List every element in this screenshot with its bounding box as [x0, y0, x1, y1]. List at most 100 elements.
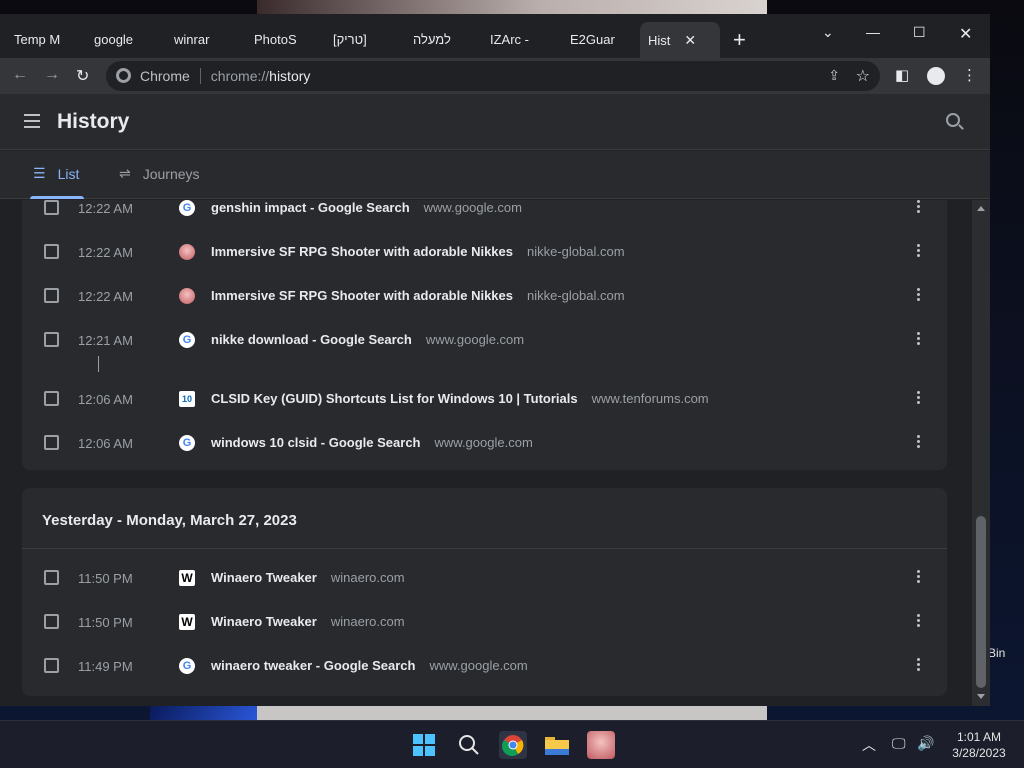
tab-label: למעלה [413, 31, 451, 47]
scroll-up-arrow-icon[interactable] [977, 206, 985, 211]
row-menu-icon[interactable] [916, 200, 920, 215]
row-checkbox[interactable] [44, 614, 59, 629]
day-heading: Yesterday - Monday, March 27, 2023 [42, 512, 297, 529]
search-icon[interactable] [946, 113, 960, 127]
history-row[interactable]: 12:06 AM G windows 10 clsid - Google Sea… [22, 421, 947, 465]
tab-label: Temp M [14, 31, 61, 47]
time-gap-marker [98, 356, 99, 372]
recycle-bin-label[interactable]: Bin [988, 646, 1005, 660]
row-title[interactable]: winaero tweaker - Google Search www.googl… [211, 658, 528, 673]
today-card: 12:22 AM G genshin impact - Google Searc… [22, 200, 947, 470]
forward-arrow-icon[interactable]: → [44, 66, 60, 84]
tab-google[interactable]: G google [94, 26, 160, 52]
tab-winrar[interactable]: G winrar [174, 26, 240, 52]
scrollbar-thumb[interactable] [976, 516, 986, 688]
windows-start-icon[interactable] [410, 731, 438, 759]
row-menu-icon[interactable] [916, 287, 920, 303]
tab-trick[interactable]: ✱ [טריק] [333, 26, 399, 52]
bookmark-star-icon[interactable]: ☆ [856, 66, 870, 86]
back-arrow-icon[interactable]: ← [12, 66, 28, 84]
scrollbar[interactable] [972, 200, 990, 706]
chrome-window: @ Temp M G google G winrar PhotoS ✱ [טרי… [0, 14, 990, 706]
history-page: History ☰ List ⇌ Journeys 12:22 AM G gen… [0, 94, 990, 706]
row-checkbox[interactable] [44, 332, 59, 347]
row-title[interactable]: Immersive SF RPG Shooter with adorable N… [211, 244, 625, 259]
list-icon: ☰ [33, 165, 46, 181]
row-time: 12:06 AM [78, 392, 133, 407]
row-time: 11:50 PM [78, 571, 133, 586]
tab-lemala[interactable]: Y למעלה [413, 26, 479, 52]
google-icon: G [179, 435, 195, 451]
network-icon[interactable]: 🖵 [892, 735, 906, 752]
history-row[interactable]: 12:22 AM Immersive SF RPG Shooter with a… [22, 230, 947, 274]
reload-icon[interactable]: ↻ [76, 66, 89, 86]
row-title[interactable]: Winaero Tweaker winaero.com [211, 614, 405, 629]
clock[interactable]: 1:01 AM 3/28/2023 [948, 729, 1010, 761]
nikke-icon [179, 244, 195, 260]
history-row[interactable]: 12:21 AM G nikke download - Google Searc… [22, 318, 947, 362]
active-tab-indicator [30, 196, 84, 199]
row-checkbox[interactable] [44, 391, 59, 406]
minimize-icon[interactable]: — [866, 24, 880, 40]
row-menu-icon[interactable] [916, 390, 920, 406]
profile-avatar-icon[interactable] [927, 67, 945, 85]
file-explorer-icon[interactable] [543, 731, 571, 759]
side-panel-icon[interactable]: ◧ [895, 66, 909, 84]
row-checkbox[interactable] [44, 570, 59, 585]
tab-izarc[interactable]: ◎ IZArc - [490, 26, 556, 52]
row-menu-icon[interactable] [916, 243, 920, 259]
close-window-icon[interactable]: ✕ [959, 24, 972, 44]
row-title[interactable]: Winaero Tweaker winaero.com [211, 570, 405, 585]
more-menu-icon[interactable]: ⋮ [962, 66, 977, 84]
row-checkbox[interactable] [44, 658, 59, 673]
tab-history[interactable]: ⟲ Hist ✕ [640, 22, 720, 58]
nikke-taskbar-icon[interactable] [587, 731, 615, 759]
history-row[interactable]: 11:49 PM G winaero tweaker - Google Sear… [22, 644, 947, 688]
scroll-down-arrow-icon[interactable] [977, 694, 985, 699]
row-title[interactable]: Immersive SF RPG Shooter with adorable N… [211, 288, 625, 303]
new-tab-button[interactable]: + [733, 29, 746, 51]
row-checkbox[interactable] [44, 435, 59, 450]
history-row[interactable]: 11:50 PM W Winaero Tweaker winaero.com [22, 556, 947, 600]
row-menu-icon[interactable] [916, 434, 920, 450]
search-icon[interactable] [455, 731, 483, 759]
share-icon[interactable]: ⇪ [828, 67, 840, 84]
row-domain: www.google.com [425, 332, 525, 347]
hamburger-menu-icon[interactable] [24, 114, 40, 128]
history-row[interactable]: 12:22 AM Immersive SF RPG Shooter with a… [22, 274, 947, 318]
tab-search-chevron-icon[interactable]: ⌄ [822, 24, 834, 41]
row-title[interactable]: genshin impact - Google Search www.google… [211, 200, 522, 215]
chrome-site-icon[interactable] [116, 68, 131, 83]
row-domain: www.google.com [434, 435, 533, 450]
row-checkbox[interactable] [44, 200, 59, 215]
chrome-taskbar-icon[interactable] [499, 731, 527, 759]
chevron-up-icon[interactable]: ︿ [862, 735, 876, 755]
tab-strip: @ Temp M G google G winrar PhotoS ✱ [טרי… [0, 14, 990, 58]
history-row[interactable]: 12:06 AM 10 CLSID Key (GUID) Shortcuts L… [22, 377, 947, 421]
close-tab-icon[interactable]: ✕ [684, 32, 696, 49]
row-domain: winaero.com [330, 570, 405, 585]
row-menu-icon[interactable] [916, 569, 920, 585]
tab-journeys[interactable]: ⇌ Journeys [119, 165, 200, 182]
row-checkbox[interactable] [44, 288, 59, 303]
history-row[interactable]: 11:50 PM W Winaero Tweaker winaero.com [22, 600, 947, 644]
volume-icon[interactable]: 🔊 [917, 735, 934, 752]
maximize-icon[interactable]: ☐ [913, 24, 926, 41]
row-menu-icon[interactable] [916, 613, 920, 629]
tab-photoshop[interactable]: PhotoS [254, 26, 320, 52]
row-title[interactable]: CLSID Key (GUID) Shortcuts List for Wind… [211, 391, 709, 406]
row-menu-icon[interactable] [916, 331, 920, 347]
row-title[interactable]: nikke download - Google Search www.google… [211, 332, 524, 347]
row-time: 12:22 AM [78, 289, 133, 304]
row-domain: www.tenforums.com [591, 391, 709, 406]
row-title[interactable]: windows 10 clsid - Google Search www.goog… [211, 435, 533, 450]
tab-temp-mail[interactable]: @ Temp M [14, 26, 80, 52]
clock-time: 1:01 AM [956, 730, 1002, 744]
row-time: 11:50 PM [78, 615, 133, 630]
history-row[interactable]: 12:22 AM G genshin impact - Google Searc… [22, 200, 947, 230]
tab-list[interactable]: ☰ List [33, 165, 79, 182]
omnibox[interactable]: Chrome chrome://history ⇪ ☆ [106, 61, 880, 91]
tab-e2guardian[interactable]: ◍ E2Guar [570, 26, 636, 52]
row-checkbox[interactable] [44, 244, 59, 259]
row-menu-icon[interactable] [916, 657, 920, 673]
